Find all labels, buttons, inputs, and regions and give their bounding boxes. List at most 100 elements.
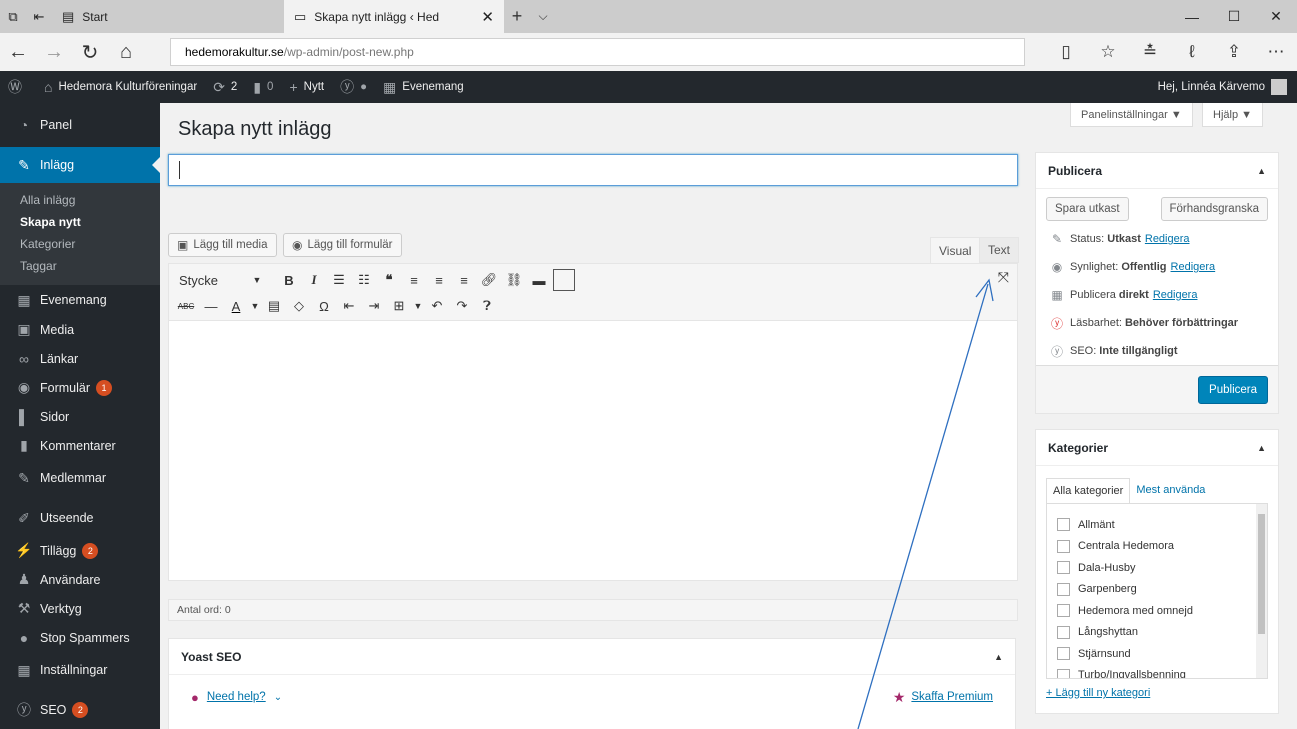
special-character-icon[interactable]: Ω <box>313 295 335 317</box>
new-content-link[interactable]: + Nytt <box>281 71 332 103</box>
category-item[interactable]: Allmänt <box>1057 514 1267 536</box>
sidebar-item-stop-spammers[interactable]: ● Stop Spammers <box>0 623 160 652</box>
submenu-all-posts[interactable]: Alla inlägg <box>0 189 160 211</box>
yoast-header[interactable]: Yoast SEO ▲ <box>169 639 1015 675</box>
reading-view-icon[interactable]: ▯ <box>1045 42 1087 62</box>
maximize-icon[interactable]: ☐ <box>1213 0 1255 33</box>
tab-most-used[interactable]: Mest använda <box>1130 478 1211 504</box>
category-scrollbar[interactable] <box>1256 504 1267 678</box>
chevron-down-icon[interactable]: ⌵ <box>530 9 556 24</box>
category-item[interactable]: Stjärnsund <box>1057 643 1267 665</box>
sidebar-item-tools[interactable]: ⚒ Verktyg <box>0 594 160 623</box>
editor-content-area[interactable] <box>168 321 1018 581</box>
url-input[interactable]: hedemorakultur.se/wp-admin/post-new.php <box>170 38 1025 66</box>
browser-tab-active[interactable]: ▭ Skapa nytt inlägg ‹ Hed ✕ <box>284 0 504 33</box>
sidebar-item-members[interactable]: ✎ Medlemmar <box>0 460 160 496</box>
sidebar-item-forms[interactable]: ◉ Formulär 1 <box>0 373 160 402</box>
clear-formatting-icon[interactable]: ◇ <box>288 295 310 317</box>
favorite-star-icon[interactable]: ☆ <box>1087 42 1129 62</box>
numbered-list-icon[interactable]: ☷ <box>353 269 375 291</box>
tab-visual[interactable]: Visual <box>930 237 981 263</box>
sidebar-item-settings[interactable]: ▦ Inställningar <box>0 652 160 688</box>
help-button[interactable]: Hjälp ▼ <box>1202 103 1264 127</box>
bold-icon[interactable]: B <box>278 269 300 291</box>
chevron-down-icon[interactable]: ▼ <box>250 295 260 317</box>
scrollbar-thumb[interactable] <box>1258 514 1265 634</box>
align-left-icon[interactable]: ≡ <box>403 269 425 291</box>
events-link[interactable]: ▦ Evenemang <box>375 71 472 103</box>
preview-button[interactable]: Förhandsgranska <box>1160 197 1268 221</box>
table-icon[interactable]: ⊞ <box>388 295 410 317</box>
edit-schedule-link[interactable]: Redigera <box>1153 289 1198 301</box>
screen-options-button[interactable]: Panelinställningar ▼ <box>1070 103 1193 127</box>
collapse-toggle-icon[interactable]: ▲ <box>1257 443 1266 453</box>
browser-tab-start[interactable]: ▤ Start <box>52 0 194 33</box>
publish-header[interactable]: Publicera ▲ <box>1036 153 1278 189</box>
strikethrough-icon[interactable]: ABC <box>175 295 197 317</box>
tab-all-categories[interactable]: Alla kategorier <box>1046 478 1131 504</box>
category-item[interactable]: Dala-Husby <box>1057 557 1267 579</box>
checkbox[interactable] <box>1057 668 1070 678</box>
undo-icon[interactable]: ↶ <box>426 295 448 317</box>
checkbox[interactable] <box>1057 539 1070 553</box>
category-item[interactable]: Långshyttan <box>1057 622 1267 644</box>
post-title-input[interactable] <box>168 154 1018 186</box>
close-tab-icon[interactable]: ✕ <box>481 8 494 26</box>
italic-icon[interactable]: I <box>303 269 325 291</box>
yoast-adminbar-link[interactable]: ⓨ ● <box>332 71 375 103</box>
text-color-icon[interactable]: A <box>225 295 247 317</box>
add-category-link[interactable]: + Lägg till ny kategori <box>1046 687 1278 699</box>
insert-link-icon[interactable]: 🔗︎ <box>478 269 500 291</box>
sidebar-item-appearance[interactable]: ✐ Utseende <box>0 500 160 536</box>
tab-list-icon[interactable]: ⧉ <box>0 0 26 33</box>
sidebar-item-users[interactable]: ♟ Användare <box>0 565 160 594</box>
sidebar-item-pages[interactable]: ▌ Sidor <box>0 402 160 431</box>
paste-text-icon[interactable]: ▤ <box>263 295 285 317</box>
align-right-icon[interactable]: ≡ <box>453 269 475 291</box>
checkbox[interactable] <box>1057 647 1070 661</box>
help-icon[interactable]: ❓︎ <box>476 295 498 317</box>
indent-icon[interactable]: ⇥ <box>363 295 385 317</box>
bullet-list-icon[interactable]: ☰ <box>328 269 350 291</box>
checkbox[interactable] <box>1057 625 1070 639</box>
checkbox[interactable] <box>1057 561 1070 575</box>
new-tab-icon[interactable]: + <box>504 6 530 27</box>
checkbox[interactable] <box>1057 518 1070 532</box>
sidebar-item-links[interactable]: ∞ Länkar <box>0 344 160 373</box>
sidebar-item-seo[interactable]: ⓨ SEO 2 <box>0 692 160 728</box>
sidebar-item-comments[interactable]: ▮ Kommentarer <box>0 431 160 460</box>
checkbox[interactable] <box>1057 604 1070 618</box>
add-form-button[interactable]: ◉ Lägg till formulär <box>283 233 402 257</box>
sidebar-item-media[interactable]: ▣ Media <box>0 315 160 344</box>
submenu-tags[interactable]: Taggar <box>0 255 160 277</box>
back-icon[interactable]: ← <box>0 33 36 71</box>
close-window-icon[interactable]: ✕ <box>1255 0 1297 33</box>
format-select[interactable]: Stycke ▼ <box>175 269 275 291</box>
save-draft-button[interactable]: Spara utkast <box>1046 197 1129 221</box>
more-icon[interactable]: ⋯ <box>1255 42 1297 62</box>
submenu-new-post[interactable]: Skapa nytt <box>0 211 160 233</box>
collapse-toggle-icon[interactable]: ▲ <box>1257 166 1266 176</box>
redo-icon[interactable]: ↷ <box>451 295 473 317</box>
add-media-button[interactable]: ▣ Lägg till media <box>168 233 277 257</box>
category-item[interactable]: Garpenberg <box>1057 579 1267 601</box>
share-icon[interactable]: ⇪ <box>1213 42 1255 62</box>
chevron-down-icon[interactable]: ⌄ <box>274 692 282 703</box>
category-item[interactable]: Hedemora med omnejd <box>1057 600 1267 622</box>
categories-header[interactable]: Kategorier ▲ <box>1036 430 1278 466</box>
set-aside-tabs-icon[interactable]: ⇤ <box>26 0 52 33</box>
account-menu[interactable]: Hej, Linnéa Kärvemo <box>1158 79 1297 95</box>
collapse-toggle-icon[interactable]: ▲ <box>994 652 1003 662</box>
blockquote-icon[interactable]: ❝ <box>378 269 400 291</box>
outdent-icon[interactable]: ⇤ <box>338 295 360 317</box>
premium-link[interactable]: ★ Skaffa Premium <box>893 689 993 706</box>
minimize-icon[interactable]: — <box>1171 0 1213 33</box>
submenu-categories[interactable]: Kategorier <box>0 233 160 255</box>
align-center-icon[interactable]: ≡ <box>428 269 450 291</box>
chevron-down-icon[interactable]: ▼ <box>413 295 423 317</box>
category-item[interactable]: Turbo/Ingvallsbenning <box>1057 665 1267 678</box>
category-item[interactable]: Centrala Hedemora <box>1057 536 1267 558</box>
sidebar-item-panel[interactable]: ◔ Panel <box>0 103 160 147</box>
wordpress-logo-icon[interactable]: Ⓦ <box>0 71 36 103</box>
sidebar-item-events[interactable]: ▦ Evenemang <box>0 285 160 315</box>
